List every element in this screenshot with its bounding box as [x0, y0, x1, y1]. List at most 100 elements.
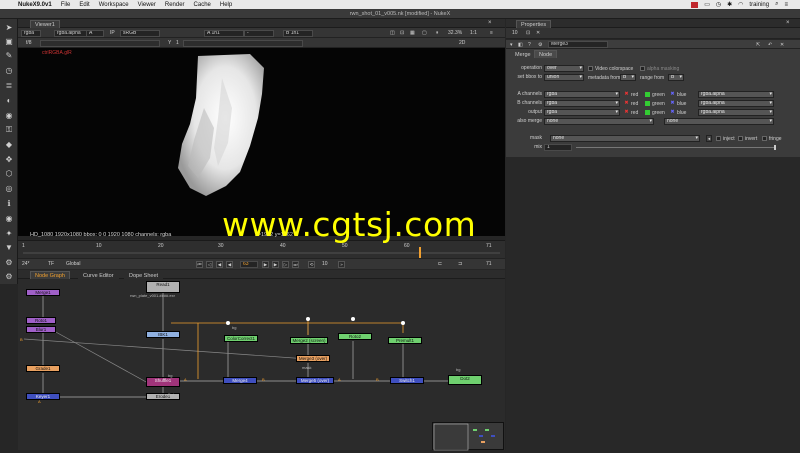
ip-label[interactable]: IP: [110, 30, 115, 36]
list-icon[interactable]: ≡: [784, 2, 788, 8]
app-menu[interactable]: NukeX9.0v1: [18, 2, 52, 8]
keyer-icon[interactable]: ⚿: [4, 125, 14, 135]
node-grade1[interactable]: Grade1: [26, 365, 60, 372]
b-red-checkbox[interactable]: ✖: [624, 101, 629, 106]
b-alpha-dropdown[interactable]: rgba.alpha: [698, 100, 774, 107]
a-blue-checkbox[interactable]: ✖: [670, 92, 675, 97]
b-blue-checkbox[interactable]: ✖: [670, 101, 675, 106]
tab-node[interactable]: Node: [534, 50, 558, 58]
a-alpha-dropdown[interactable]: rgba.alpha: [698, 91, 774, 98]
node-merge5[interactable]: Merge5 (over): [296, 377, 334, 384]
out-alpha-dropdown[interactable]: rgba.alpha: [698, 109, 774, 116]
colorspace-dropdown[interactable]: sRGB: [120, 29, 160, 37]
node-erode1[interactable]: Erode1: [146, 393, 180, 400]
node-premult1[interactable]: Premult1: [388, 337, 422, 344]
node-read1[interactable]: Read1: [146, 281, 180, 293]
record-icon[interactable]: [691, 1, 699, 8]
out-green-checkbox[interactable]: [645, 110, 650, 115]
grid-icon[interactable]: ▦: [410, 30, 415, 36]
frame-prefix[interactable]: f/8: [26, 40, 32, 46]
settings-icon[interactable]: ⚙: [538, 42, 542, 48]
play-forward-button[interactable]: ▶: [262, 261, 269, 268]
tab-merge[interactable]: Merge: [510, 50, 536, 58]
time-icon[interactable]: ◷: [4, 66, 14, 76]
node-merge4[interactable]: Merge4: [223, 377, 257, 384]
mix-field[interactable]: 1: [544, 144, 572, 151]
node-merge2[interactable]: Merge2 (screen): [290, 337, 328, 344]
color-icon[interactable]: ◐: [4, 96, 14, 106]
float-icon[interactable]: ⇱: [756, 42, 760, 48]
b-channels-dropdown[interactable]: rgba: [544, 100, 620, 107]
lock-icon[interactable]: ⊡: [400, 30, 404, 36]
fringe-checkbox[interactable]: [762, 136, 767, 141]
more-icon[interactable]: ≡: [490, 30, 493, 36]
set-bbox-dropdown[interactable]: union: [544, 74, 584, 81]
menu-render[interactable]: Render: [165, 2, 185, 8]
inject-checkbox[interactable]: [716, 136, 721, 141]
search-icon[interactable]: ⌕: [775, 1, 778, 8]
pointer-icon[interactable]: ➤: [4, 23, 14, 33]
step-field[interactable]: 10: [322, 261, 328, 267]
views-icon[interactable]: ◎: [4, 184, 14, 194]
view-mode[interactable]: 2D: [459, 40, 465, 46]
clock-icon[interactable]: ◷: [716, 1, 721, 8]
range-dropdown[interactable]: B: [668, 74, 684, 81]
node-ibk1[interactable]: IBK1: [146, 331, 180, 338]
a-red-checkbox[interactable]: ✖: [624, 92, 629, 97]
wifi-icon[interactable]: ◠: [738, 1, 743, 8]
help-icon[interactable]: ?: [528, 42, 531, 48]
b-green-checkbox[interactable]: [645, 101, 650, 106]
in-marker-icon[interactable]: ⊏: [438, 261, 442, 267]
prev-keyframe-button[interactable]: ◁: [206, 261, 213, 268]
input-dropdown[interactable]: A: [86, 29, 104, 37]
next-frame-button[interactable]: ▶: [272, 261, 279, 268]
node-shuffle1[interactable]: Shuffle1: [146, 377, 180, 387]
menu-workspace[interactable]: Workspace: [99, 2, 129, 8]
output-dropdown[interactable]: rgba: [544, 109, 620, 116]
menu-cache[interactable]: Cache: [194, 2, 211, 8]
next-keyframe-button[interactable]: ▷: [282, 261, 289, 268]
mask-channel-button[interactable]: ◂: [706, 135, 712, 142]
node-blur1[interactable]: Blur1: [26, 326, 56, 333]
out-frame-field[interactable]: 71: [486, 261, 492, 267]
loop-button[interactable]: ⟲: [308, 261, 315, 268]
channel-icon[interactable]: ≣: [4, 81, 14, 91]
menu-file[interactable]: File: [61, 2, 71, 8]
merge-icon[interactable]: ◆: [4, 140, 14, 150]
video-colorspace-checkbox[interactable]: [588, 66, 593, 71]
menu-help[interactable]: Help: [220, 2, 232, 8]
bluetooth-icon[interactable]: ✱: [727, 1, 732, 8]
pause-icon[interactable]: ⏸: [436, 30, 439, 36]
color-swatch-icon[interactable]: ◧: [518, 42, 523, 48]
deep-icon[interactable]: ▼: [4, 243, 14, 253]
blend-dropdown[interactable]: -: [244, 29, 274, 37]
first-frame-button[interactable]: ⏮: [196, 261, 203, 268]
out-red-checkbox[interactable]: ✖: [624, 110, 629, 115]
particles-icon[interactable]: ✦: [4, 229, 14, 239]
gamma-slider[interactable]: [183, 39, 303, 47]
menu-edit[interactable]: Edit: [79, 2, 89, 8]
tab-dope-sheet[interactable]: Dope Sheet: [124, 271, 164, 279]
node-roto1[interactable]: Roto1: [26, 317, 56, 324]
draw-icon[interactable]: ✎: [4, 51, 14, 61]
out-blue-checkbox[interactable]: ✖: [670, 110, 675, 115]
lock-icon[interactable]: ⊡: [526, 30, 530, 36]
3d-icon[interactable]: ⬡: [4, 169, 14, 179]
scope-dropdown[interactable]: Global: [66, 261, 80, 267]
image-icon[interactable]: ▣: [4, 37, 14, 47]
mask-dropdown[interactable]: none: [550, 135, 700, 142]
node-switch1[interactable]: Switch1: [390, 377, 424, 384]
also-merge-dropdown-2[interactable]: none: [664, 118, 774, 125]
panel-close-icon[interactable]: ✕: [780, 42, 784, 48]
operation-dropdown[interactable]: over: [544, 65, 584, 72]
transform-icon[interactable]: ✥: [4, 155, 14, 165]
close-icon[interactable]: ×: [488, 20, 492, 26]
also-merge-dropdown[interactable]: none: [544, 118, 654, 125]
user-name[interactable]: training: [749, 2, 769, 8]
fps-field[interactable]: 24*: [22, 261, 30, 267]
mix-slider-handle[interactable]: [774, 145, 776, 150]
clear-icon[interactable]: ✕: [536, 30, 540, 36]
filter-icon[interactable]: ◉: [4, 111, 14, 121]
close-icon[interactable]: ×: [786, 20, 790, 26]
node-roto2[interactable]: Roto2: [338, 333, 372, 340]
